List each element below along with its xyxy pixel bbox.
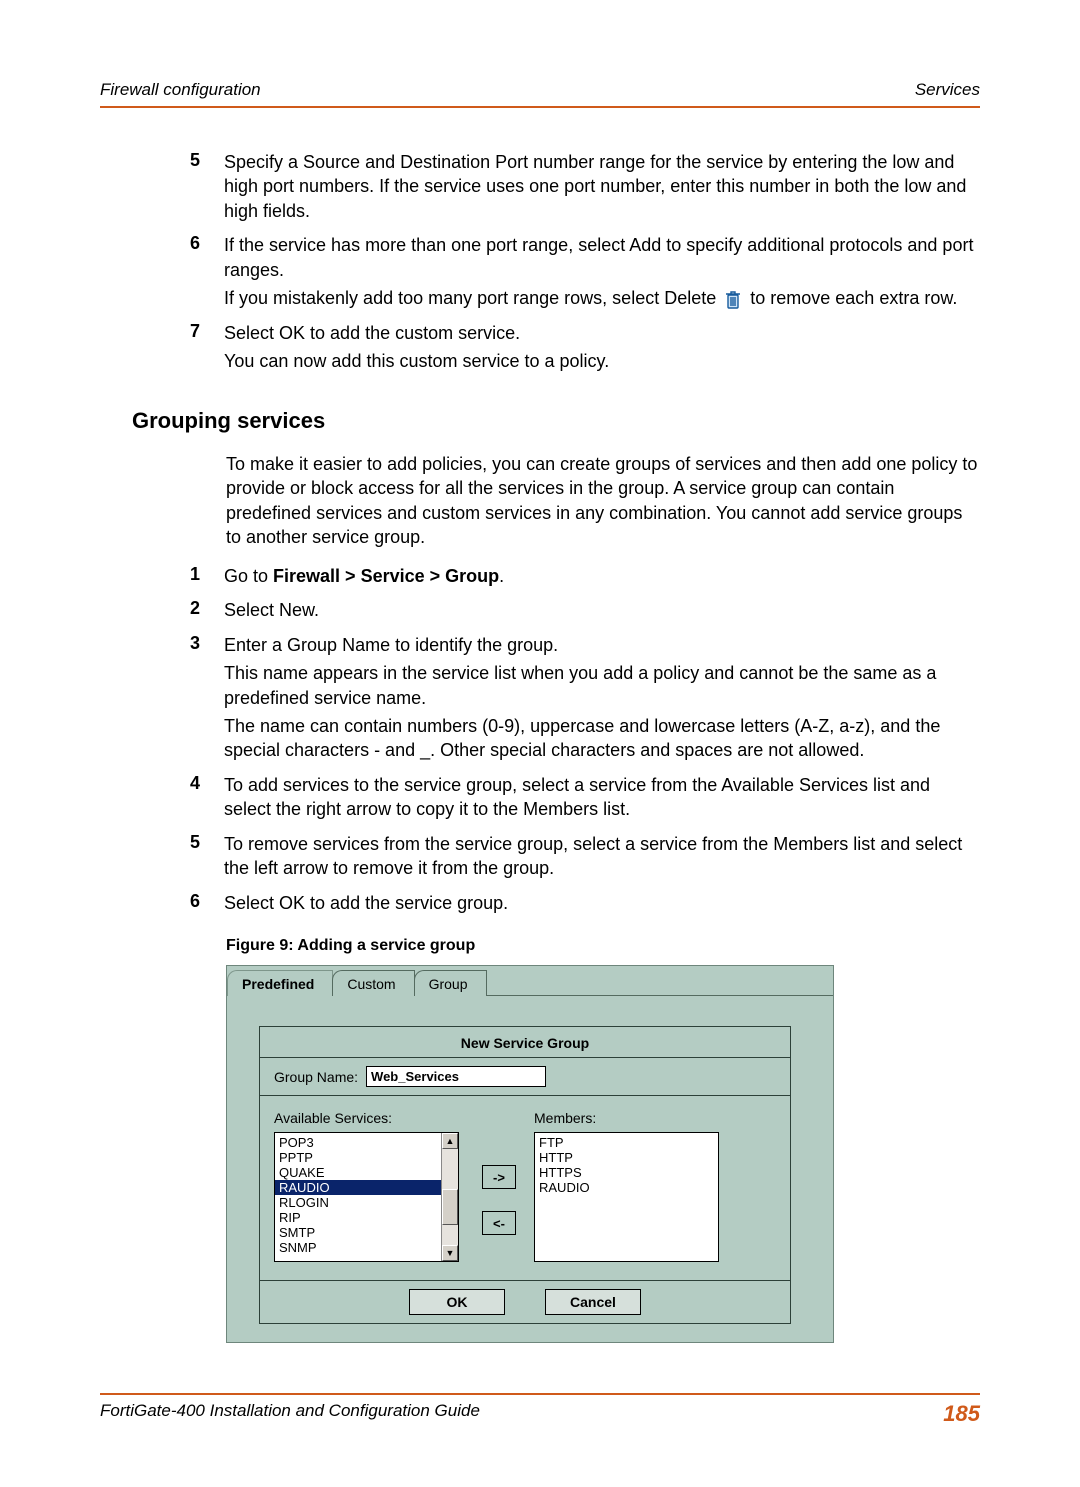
available-item[interactable]: PPTP — [275, 1150, 441, 1165]
panel-title: New Service Group — [260, 1027, 790, 1058]
cancel-button[interactable]: Cancel — [545, 1289, 641, 1315]
available-label: Available Services: — [274, 1110, 474, 1126]
step-item: 2 Select New. — [100, 598, 980, 626]
available-item[interactable]: SMTP — [275, 1225, 441, 1240]
panel-buttons: OK Cancel — [260, 1280, 790, 1323]
step-body: If the service has more than one port ra… — [224, 233, 980, 314]
available-item[interactable]: SNMP — [275, 1240, 441, 1255]
page-header: Firewall configuration Services — [100, 80, 980, 108]
scroll-down-icon[interactable]: ▼ — [442, 1245, 458, 1261]
members-item[interactable]: FTP — [535, 1135, 718, 1150]
available-item[interactable]: RLOGIN — [275, 1195, 441, 1210]
step-item: 5 Specify a Source and Destination Port n… — [100, 150, 980, 227]
step-body: To remove services from the service grou… — [224, 832, 980, 885]
step-line: The name can contain numbers (0-9), uppe… — [224, 714, 980, 763]
remove-arrow-button[interactable]: <- — [482, 1211, 516, 1235]
step-body: Select OK to add the custom service. You … — [224, 321, 980, 378]
step-body: To add services to the service group, se… — [224, 773, 980, 826]
members-listbox[interactable]: FTPHTTPHTTPSRAUDIO — [534, 1132, 719, 1262]
step-line: Select OK to add the service group. — [224, 891, 980, 915]
step-item: 5 To remove services from the service gro… — [100, 832, 980, 885]
available-item[interactable]: RAUDIO — [275, 1180, 441, 1195]
group-name-row: Group Name: — [260, 1058, 790, 1096]
step-number: 5 — [100, 832, 200, 885]
members-item[interactable]: HTTPS — [535, 1165, 718, 1180]
step-number: 2 — [100, 598, 200, 626]
step-line: Specify a Source and Destination Port nu… — [224, 150, 980, 223]
step-item: 7 Select OK to add the custom service. You… — [100, 321, 980, 378]
top-steps: 5 Specify a Source and Destination Port n… — [100, 150, 980, 378]
step-item: 1 Go to Firewall > Service > Group. — [100, 564, 980, 592]
step-body: Enter a Group Name to identify the group… — [224, 633, 980, 767]
bold-path: Firewall > Service > Group — [273, 566, 499, 586]
available-item[interactable]: RIP — [275, 1210, 441, 1225]
step-line: To remove services from the service grou… — [224, 832, 980, 881]
step-item: 3 Enter a Group Name to identify the grou… — [100, 633, 980, 767]
step-body: Select New. — [224, 598, 980, 626]
step-item: 6 Select OK to add the service group. — [100, 891, 980, 919]
step-line: Enter a Group Name to identify the group… — [224, 633, 980, 657]
tab-predefined[interactable]: Predefined — [227, 970, 333, 996]
footer-left: FortiGate-400 Installation and Configura… — [100, 1401, 480, 1427]
section-intro: To make it easier to add policies, you c… — [226, 452, 980, 550]
step-number: 6 — [100, 233, 200, 314]
available-listbox[interactable]: POP3PPTPQUAKERAUDIORLOGINRIPSMTPSNMP ▲ ▼ — [274, 1132, 459, 1262]
step-line: To add services to the service group, se… — [224, 773, 980, 822]
group-name-input[interactable] — [366, 1066, 546, 1087]
tab-group[interactable]: Group — [414, 970, 487, 996]
step-body: Specify a Source and Destination Port nu… — [224, 150, 980, 227]
available-scrollbar[interactable]: ▲ ▼ — [441, 1133, 458, 1261]
step-number: 3 — [100, 633, 200, 767]
group-name-label: Group Name: — [274, 1069, 358, 1085]
step-line: This name appears in the service list wh… — [224, 661, 980, 710]
available-item[interactable]: POP3 — [275, 1135, 441, 1150]
step-line: Go to Firewall > Service > Group. — [224, 564, 980, 588]
figure-panel: Predefined Custom Group New Service Grou… — [226, 965, 834, 1343]
scroll-thumb[interactable] — [442, 1189, 458, 1225]
new-service-group-panel: New Service Group Group Name: Available … — [259, 1026, 791, 1324]
step-line: If you mistakenly add too many port rang… — [224, 286, 980, 310]
section-heading: Grouping services — [132, 408, 980, 434]
header-left: Firewall configuration — [100, 80, 261, 100]
step-item: 4 To add services to the service group, s… — [100, 773, 980, 826]
step-body: Go to Firewall > Service > Group. — [224, 564, 980, 592]
members-item[interactable]: HTTP — [535, 1150, 718, 1165]
bottom-steps: 1 Go to Firewall > Service > Group. 2 Selec… — [100, 564, 980, 920]
tab-custom[interactable]: Custom — [332, 970, 414, 996]
step-line: Select New. — [224, 598, 980, 622]
add-arrow-button[interactable]: -> — [482, 1165, 516, 1189]
dual-list-row: Available Services: POP3PPTPQUAKERAUDIOR… — [260, 1096, 790, 1280]
page-footer: FortiGate-400 Installation and Configura… — [100, 1393, 980, 1427]
step-number: 6 — [100, 891, 200, 919]
step-number: 4 — [100, 773, 200, 826]
ok-button[interactable]: OK — [409, 1289, 505, 1315]
step-number: 1 — [100, 564, 200, 592]
page-number: 185 — [943, 1401, 980, 1427]
members-label: Members: — [534, 1110, 734, 1126]
step-item: 6 If the service has more than one port r… — [100, 233, 980, 314]
step-number: 7 — [100, 321, 200, 378]
delete-icon — [723, 289, 743, 311]
step-line: You can now add this custom service to a… — [224, 349, 980, 373]
step-number: 5 — [100, 150, 200, 227]
header-right: Services — [915, 80, 980, 100]
tabs-bar: Predefined Custom Group — [227, 966, 833, 996]
step-body: Select OK to add the service group. — [224, 891, 980, 919]
step-line: If the service has more than one port ra… — [224, 233, 980, 282]
step-line: Select OK to add the custom service. — [224, 321, 980, 345]
members-item[interactable]: RAUDIO — [535, 1180, 718, 1195]
figure-caption: Figure 9: Adding a service group — [226, 937, 980, 955]
available-item[interactable]: QUAKE — [275, 1165, 441, 1180]
scroll-up-icon[interactable]: ▲ — [442, 1133, 458, 1149]
